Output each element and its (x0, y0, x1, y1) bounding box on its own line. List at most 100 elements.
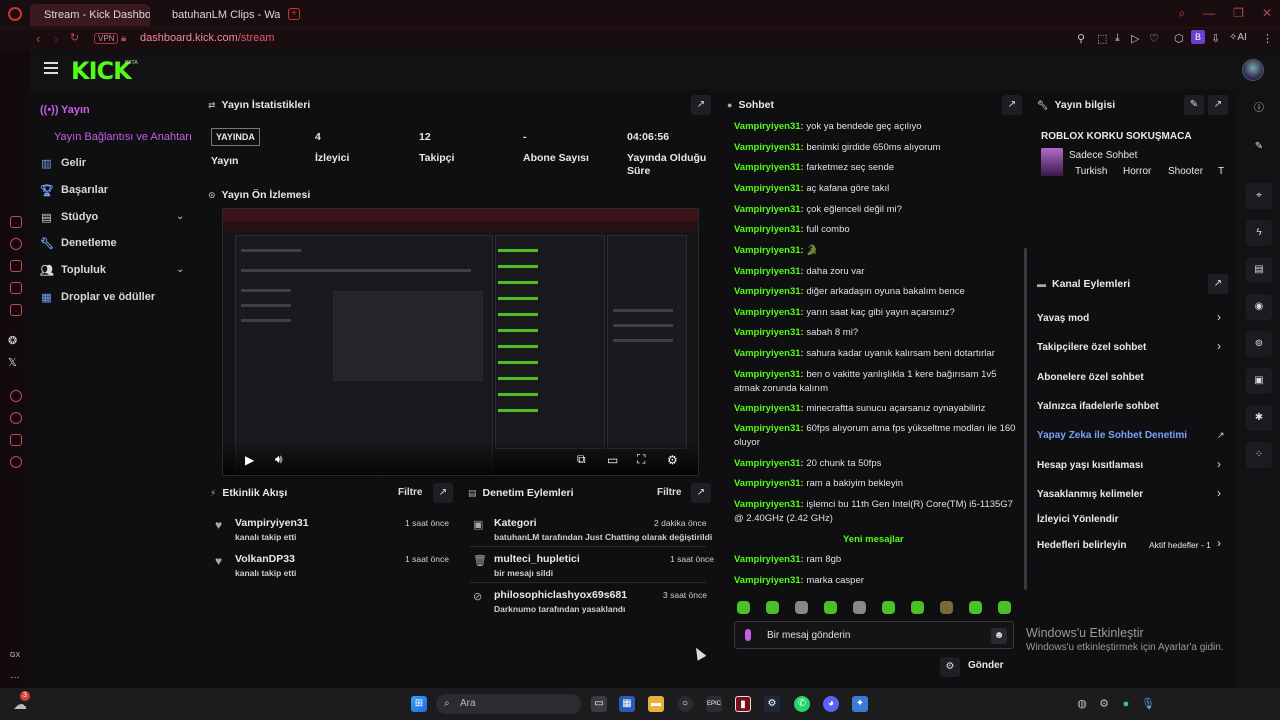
chat-message[interactable]: Vampiryiyen31: ben o vakitte yanlışlıkla… (734, 368, 1016, 396)
action-emotes-only[interactable]: Yalnızca ifadelerle sohbet (1037, 401, 1159, 412)
bolt-icon[interactable]: ϟ (1246, 220, 1272, 246)
tab-clips[interactable]: batuhanLM Clips - Watch (158, 4, 280, 26)
chat-message[interactable]: Vampiryiyen31: yarın saat kaç gibi yayın… (734, 306, 1016, 320)
chat-message[interactable]: Vampiryiyen31: minecraftta sunucu açarsa… (734, 402, 1016, 416)
chat-username[interactable]: Vampiryiyen31: (734, 224, 804, 235)
action-subscribers-only[interactable]: Abonelere özel sohbet (1037, 372, 1144, 383)
edit-stream-info-button[interactable]: ✎ (1184, 95, 1204, 115)
chevron-right-icon[interactable]: › (1217, 486, 1221, 500)
chat-username[interactable]: Vampiryiyen31: (734, 204, 804, 215)
chat-username[interactable]: Vampiryiyen31: (734, 162, 804, 173)
chat-message[interactable]: Vampiryiyen31: farketmez seç sende (734, 161, 1016, 175)
screenshot-icon[interactable]: ⬚ (1097, 32, 1107, 45)
emote-button[interactable] (853, 601, 866, 614)
back-icon[interactable]: ‹ (36, 31, 40, 46)
windows-start-icon[interactable]: ⊞ (411, 696, 427, 712)
action-slow-mode[interactable]: Yavaş mod (1037, 313, 1089, 324)
stats-expand-button[interactable]: ↗ (691, 95, 711, 115)
more-icon[interactable]: … (10, 670, 20, 681)
send-button[interactable]: Gönder (968, 660, 1004, 671)
chat-icon[interactable]: ◉ (1246, 294, 1272, 320)
download-icon[interactable]: ⤓ (1115, 32, 1120, 45)
sidebar-settings-icon[interactable] (10, 456, 22, 468)
emote-button[interactable] (940, 601, 953, 614)
close-icon[interactable]: ✕ (1262, 6, 1272, 21)
sidebar-m-icon[interactable] (10, 304, 22, 316)
user-avatar[interactable] (1242, 59, 1264, 81)
moderation-expand-button[interactable]: ↗ (691, 483, 711, 503)
action-goals[interactable]: Hedefleri belirleyin (1037, 540, 1126, 551)
action-ai-moderation[interactable]: Yapay Zeka ile Sohbet Denetimi (1037, 430, 1187, 441)
steam-icon[interactable]: ⚙ (764, 696, 780, 712)
profile-button[interactable]: B (1191, 30, 1205, 44)
chat-expand-button[interactable]: ↗ (1002, 95, 1022, 115)
chat-message[interactable]: Vampiryiyen31: 60fps alıyorum ama fps yü… (734, 422, 1016, 450)
microphone-icon[interactable] (745, 629, 751, 641)
nav-item-revenue[interactable]: ▥ Gelir (40, 157, 86, 170)
emoji-icon[interactable]: ☻ (991, 628, 1007, 644)
chat-username[interactable]: Vampiryiyen31: (734, 183, 804, 194)
action-raid[interactable]: İzleyici Yönlendir (1037, 514, 1119, 525)
settings-icon[interactable]: ⚙ (667, 453, 678, 467)
sidebar-history-icon[interactable] (10, 238, 22, 250)
chat-username[interactable]: Vampiryiyen31: (734, 369, 804, 380)
chat-message[interactable]: Vampiryiyen31: full combo (734, 223, 1016, 237)
clipboard-icon[interactable]: ▤ (1246, 257, 1272, 283)
chat-message[interactable]: Vampiryiyen31: 20 chunk ta 50fps (734, 457, 1016, 471)
pip-icon[interactable]: ⧉ (577, 452, 586, 467)
chat-message[interactable]: Vampiryiyen31: daha zoru var (734, 265, 1016, 279)
emote-button[interactable] (824, 601, 837, 614)
edit-icon[interactable]: ✎ (1246, 134, 1272, 160)
chat-settings-button[interactable]: ⚙ (940, 657, 960, 677)
nav-item-community[interactable]: 👥︎ Topluluk (40, 264, 106, 277)
search-icon[interactable]: ⌕ (1178, 6, 1185, 21)
activity-user[interactable]: Vampiryiyen31 (235, 517, 309, 529)
menu-icon[interactable]: ⋮ (1262, 32, 1273, 45)
sidebar-pinned-icon[interactable] (10, 282, 22, 294)
tray-app-icon[interactable]: ◍ (1074, 696, 1090, 712)
hamburger-menu-icon[interactable] (44, 62, 58, 74)
stream-info-expand-button[interactable]: ↗ (1208, 95, 1228, 115)
channel-icon[interactable]: ▣ (1246, 368, 1272, 394)
emote-button[interactable] (795, 601, 808, 614)
nav-item-drops[interactable]: ▦ Droplar ve ödüller (40, 291, 155, 304)
vpn-badge[interactable]: VPN (94, 33, 119, 44)
moderation-filter-button[interactable]: Filtre (657, 487, 681, 498)
broadcast-icon[interactable]: ⊚ (1246, 331, 1272, 357)
target-icon[interactable]: ⌖ (1246, 183, 1272, 209)
chevron-down-icon[interactable]: ⌄ (176, 211, 184, 222)
sidebar-messenger-icon[interactable] (10, 216, 22, 228)
chat-scrollbar[interactable] (1024, 248, 1027, 590)
store-icon[interactable]: ▦ (619, 696, 635, 712)
drag-dots-icon[interactable]: ⁘ (1246, 442, 1272, 468)
moderation-subject[interactable]: Kategori (494, 517, 537, 529)
emote-button[interactable] (882, 601, 895, 614)
chat-input[interactable]: Bir mesaj gönderin ☻ (734, 621, 1014, 649)
info-icon[interactable]: ⓘ (1246, 96, 1272, 122)
tray-mic-icon[interactable]: 🎙︎ (1140, 696, 1156, 712)
nav-subitem-stream-key[interactable]: Yayın Bağlantısı ve Anahtarı (54, 131, 192, 143)
extensions-icon[interactable]: ⬡ (1174, 32, 1184, 45)
activity-expand-button[interactable]: ↗ (433, 483, 453, 503)
stream-category[interactable]: Sadece Sohbet (1069, 150, 1137, 161)
kick-logo[interactable]: KICK (71, 57, 132, 85)
pin-icon[interactable]: ⚲ (1077, 32, 1085, 45)
chat-username[interactable]: Vampiryiyen31: (734, 478, 804, 489)
chat-message[interactable]: Vampiryiyen31: aç kafana göre takıl (734, 182, 1016, 196)
maximize-icon[interactable]: ❐ (1233, 6, 1244, 21)
chat-message[interactable]: Vampiryiyen31: işlemci bu 11th Gen Intel… (734, 498, 1016, 526)
sidebar-extension-icon[interactable] (10, 434, 22, 446)
chat-username[interactable]: Vampiryiyen31: (734, 575, 804, 586)
reload-icon[interactable]: ↻ (70, 31, 79, 44)
app-icon[interactable]: ✦ (852, 696, 868, 712)
obs-icon[interactable]: ▮ (735, 696, 751, 712)
chat-message[interactable]: Vampiryiyen31: sabah 8 mi? (734, 326, 1016, 340)
tray-steam-icon[interactable]: ⚙ (1096, 696, 1112, 712)
chevron-right-icon[interactable]: › (1217, 339, 1221, 353)
theater-icon[interactable]: ▭ (607, 453, 618, 467)
epic-games-icon[interactable]: EPIC (706, 696, 722, 712)
fullscreen-icon[interactable]: ⛶ (637, 452, 645, 467)
chat-username[interactable]: Vampiryiyen31: (734, 286, 804, 297)
nav-item-achievements[interactable]: 🏆︎ Başarılar (40, 184, 108, 197)
chevron-right-icon[interactable]: › (1217, 536, 1221, 550)
